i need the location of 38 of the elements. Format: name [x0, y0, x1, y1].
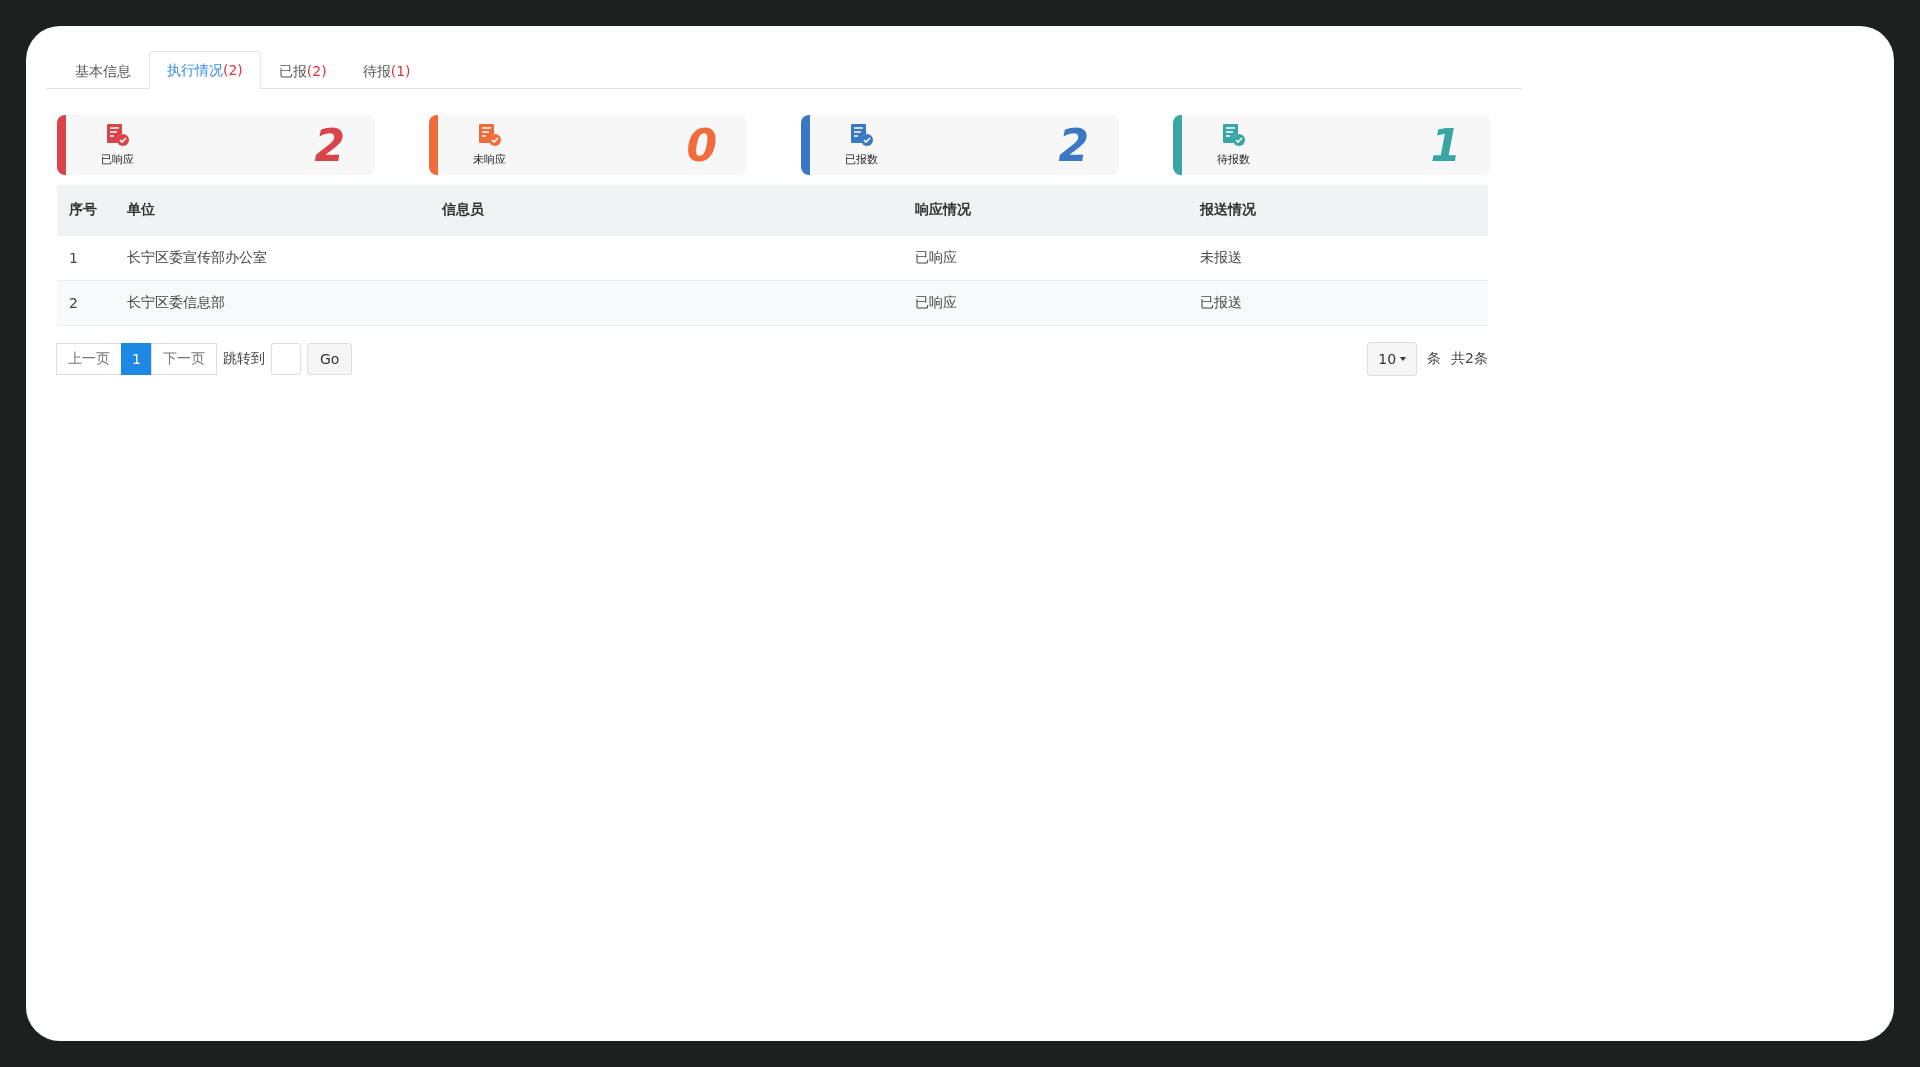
column-header: 报送情况 — [1200, 201, 1256, 217]
stat-label: 已响应 — [101, 152, 134, 167]
document-check-icon — [849, 123, 874, 147]
column-header: 序号 — [69, 201, 97, 217]
column-header: 响应情况 — [915, 201, 971, 217]
table-cell: 未报送 — [1200, 249, 1242, 265]
go-button[interactable]: Go — [306, 343, 353, 375]
tab[interactable]: 已报(2) — [260, 52, 345, 89]
unit-label: 条 — [1427, 350, 1442, 368]
table-cell: 2 — [69, 295, 78, 311]
stat-value: 2 — [314, 119, 345, 171]
jump-label: 跳转到 — [222, 350, 265, 368]
tab[interactable]: 基本信息 — [57, 52, 149, 89]
column-header: 单位 — [127, 201, 155, 217]
table-cell: 长宁区委宣传部办公室 — [127, 249, 267, 265]
document-check-icon — [1221, 123, 1246, 147]
page-button[interactable]: 1 — [121, 343, 152, 375]
tab[interactable]: 执行情况(2) — [149, 51, 261, 89]
next-page-button[interactable]: 下一页 — [150, 343, 217, 375]
table-cell: 已响应 — [915, 294, 957, 310]
document-check-icon — [105, 123, 130, 147]
stat-value: 2 — [1058, 119, 1089, 171]
table-cell: 已响应 — [915, 249, 957, 265]
total-count: 共2条 — [1451, 350, 1488, 368]
column-header: 信息员 — [442, 201, 484, 217]
stat-value: 0 — [686, 119, 717, 171]
table-cell: 长宁区委信息部 — [127, 294, 225, 310]
stat-label: 待报数 — [1217, 152, 1250, 167]
page-size-select[interactable]: 10 — [1367, 342, 1418, 376]
tab[interactable]: 待报(1) — [344, 52, 429, 89]
page-input[interactable] — [270, 343, 301, 375]
document-check-icon — [477, 123, 502, 147]
stat-label: 已报数 — [845, 152, 878, 167]
stat-label: 未响应 — [473, 152, 506, 167]
table-cell: 已报送 — [1200, 294, 1242, 310]
stat-value: 1 — [1430, 119, 1461, 171]
previous-page-button[interactable]: 上一页 — [56, 343, 122, 375]
table-cell: 1 — [69, 250, 78, 266]
